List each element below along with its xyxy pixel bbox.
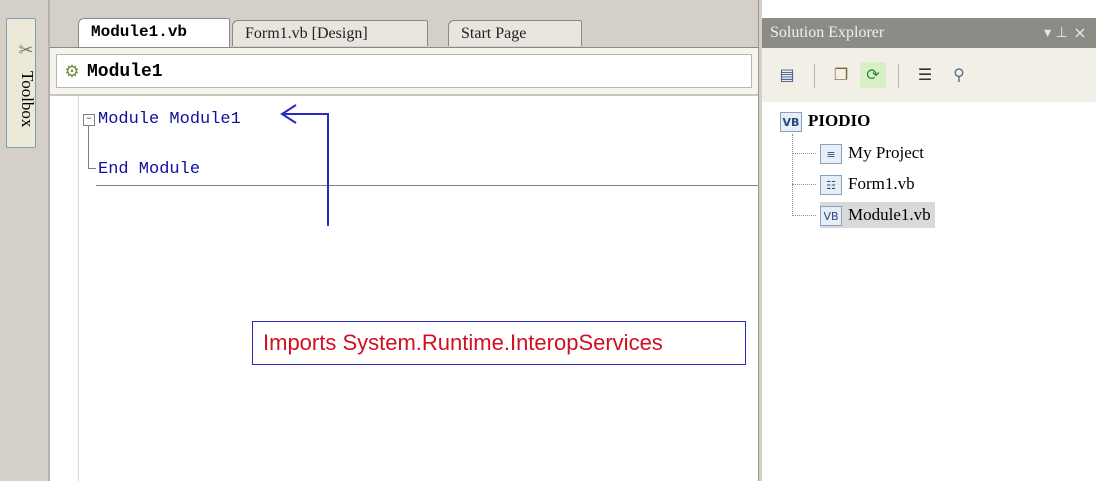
solution-explorer-title: Solution Explorer xyxy=(770,24,885,41)
toolbox-tab[interactable]: ✂ Toolbox xyxy=(6,18,37,148)
tree-item-label: Form1.vb xyxy=(848,174,915,193)
tree-item-module1-vb[interactable]: VB Module1.vb xyxy=(820,202,935,228)
solution-explorer-panel: Solution Explorer ▾ ⊥ × ▤ ❐ ⟳ ☰ ⚲ VB PIOD… xyxy=(762,0,1096,481)
toolbar-separator xyxy=(898,64,899,88)
tree-guide xyxy=(792,134,793,216)
annotation-callout: Imports System.Runtime.InteropServices xyxy=(252,321,746,365)
tab-form1-design[interactable]: Form1.vb [Design] xyxy=(232,20,428,46)
tree-item-my-project[interactable]: ≡ My Project xyxy=(820,140,924,166)
navigation-bar: ⚙ Module1 xyxy=(50,48,758,94)
tree-guide xyxy=(792,215,816,216)
class-view-icon[interactable]: ⚲ xyxy=(946,62,972,88)
code-editor[interactable]: − Module Module1 End Module Imports Syst… xyxy=(50,96,758,481)
tab-start-page[interactable]: Start Page xyxy=(448,20,582,46)
show-all-files-icon[interactable]: ❐ xyxy=(828,62,854,88)
close-icon[interactable]: × xyxy=(1068,18,1092,48)
tree-guide xyxy=(792,153,816,154)
vb-file-icon: VB xyxy=(820,206,842,227)
toolbar-separator xyxy=(814,64,815,88)
solution-tree: VB PIODIO ≡ My Project ☷ Form1.vb VB Module1… xyxy=(762,102,1096,481)
class-name-dropdown[interactable]: ⚙ Module1 xyxy=(56,54,752,88)
my-project-icon: ≡ xyxy=(820,144,842,165)
module-icon: ⚙ xyxy=(64,62,80,82)
tree-item-label: PIODIO xyxy=(808,111,871,130)
tree-item-label: Module1.vb xyxy=(848,205,931,224)
toolbox-icon: ✂ xyxy=(18,40,34,61)
form-file-icon: ☷ xyxy=(820,175,842,196)
properties-icon[interactable]: ▤ xyxy=(774,62,800,88)
pin-icon[interactable]: ▾ ⊥ xyxy=(1042,18,1070,48)
refresh-icon[interactable]: ⟳ xyxy=(860,62,886,88)
class-name-label: Module1 xyxy=(87,62,163,82)
tree-item-form1-vb[interactable]: ☷ Form1.vb xyxy=(820,171,915,197)
view-code-icon[interactable]: ☰ xyxy=(912,62,938,88)
tree-item-label: My Project xyxy=(848,143,925,162)
tree-item-project[interactable]: VB PIODIO xyxy=(780,108,870,134)
tab-module1-vb[interactable]: Module1.vb xyxy=(78,18,230,48)
annotation-arrow-line xyxy=(282,113,329,226)
toolbox-label: Toolbox xyxy=(18,71,37,128)
tree-guide xyxy=(792,184,816,185)
vb-project-icon: VB xyxy=(780,112,802,133)
annotation-text: Imports System.Runtime.InteropServices xyxy=(263,330,663,355)
document-tab-bar: Module1.vb Form1.vb [Design] Start Page xyxy=(50,0,758,48)
solution-explorer-titlebar[interactable]: Solution Explorer ▾ ⊥ × xyxy=(762,18,1096,48)
solution-explorer-toolbar: ▤ ❐ ⟳ ☰ ⚲ xyxy=(762,48,1096,102)
toolbox-strip: ✂ Toolbox xyxy=(0,0,40,481)
annotation-arrow xyxy=(280,104,329,226)
